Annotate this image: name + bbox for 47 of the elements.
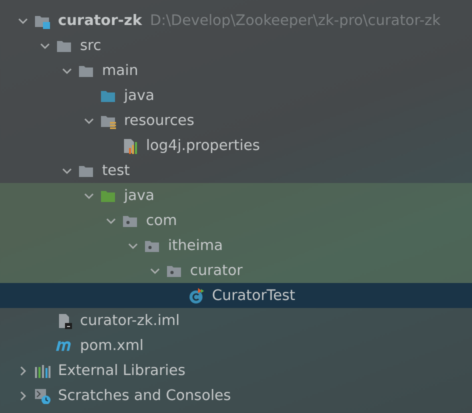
chevron-right-icon[interactable] [18,366,28,376]
chevron-down-icon[interactable] [150,266,160,276]
chevron-down-icon[interactable] [40,40,50,50]
node-label: src [80,38,102,54]
tree-row[interactable]: Scratches and Consoles [0,383,472,408]
node-label: itheima [168,238,223,254]
chevron-down-icon[interactable] [106,216,116,226]
tree-row[interactable]: src [0,33,472,58]
chevron-down-icon[interactable] [128,240,138,250]
tree-row[interactable]: pom.xml [0,333,472,358]
chevron-down-icon[interactable] [84,116,94,126]
tree-row[interactable]: External Libraries [0,358,472,383]
libraries-icon [34,362,51,378]
scratches-icon [34,388,51,404]
chevron-down-icon[interactable] [84,190,94,200]
class-icon [188,288,205,304]
node-label: test [102,162,130,178]
node-label: java [124,188,154,204]
tree-row[interactable]: CuratorTest [0,283,472,308]
tree-row[interactable]: curator [0,258,472,283]
node-label: log4j.properties [146,138,260,154]
tree-row[interactable]: test [0,158,472,183]
tree-row[interactable]: main [0,58,472,83]
node-label: curator-zk [58,12,142,28]
chevron-right-icon[interactable] [18,390,28,400]
chevron-down-icon[interactable] [62,66,72,76]
file-icon [56,312,73,328]
tree-row[interactable]: java [0,83,472,108]
tree-row[interactable]: log4j.properties [0,133,472,158]
node-label: External Libraries [58,362,186,378]
node-label: pom.xml [80,338,144,354]
properties-file-icon [122,138,139,154]
node-label: resources [124,112,194,128]
tree-row[interactable]: resources [0,108,472,133]
node-label: curator-zk.iml [80,312,180,328]
node-label: java [124,88,154,104]
chevron-down-icon[interactable] [18,16,28,26]
node-label: curator [190,262,243,278]
chevron-down-icon[interactable] [62,166,72,176]
node-label: Scratches and Consoles [58,388,231,404]
tree-row[interactable]: curator-zk.iml [0,308,472,333]
tree-row[interactable]: java [0,183,472,208]
tree-row[interactable]: com [0,208,472,233]
node-label: main [102,62,138,78]
node-label: com [146,212,177,228]
node-label: CuratorTest [212,288,296,304]
tree-row[interactable]: itheima [0,233,472,258]
